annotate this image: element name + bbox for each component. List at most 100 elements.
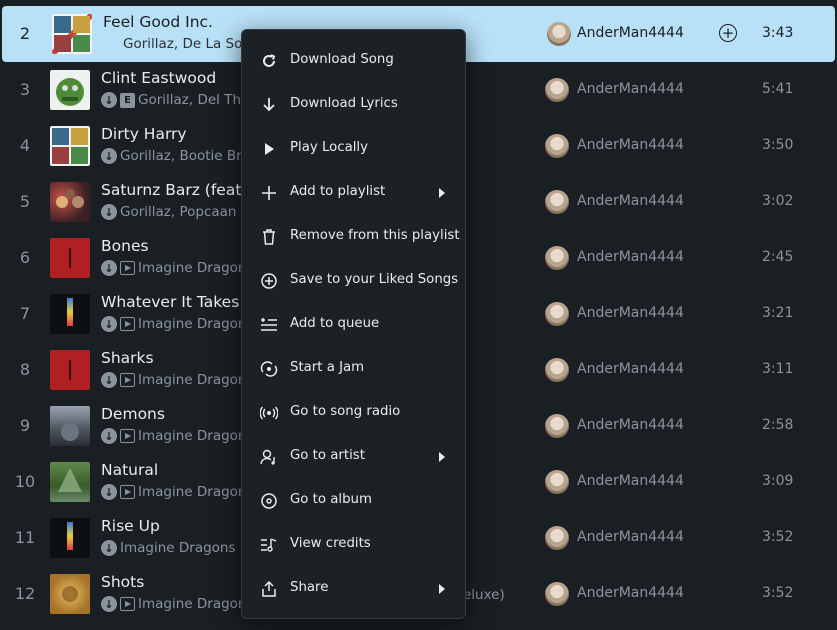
track-duration: 3:50 [762, 137, 794, 153]
track-title[interactable]: Bones [101, 237, 149, 255]
album-icon [260, 492, 278, 510]
track-artist[interactable]: Imagine Dragon [138, 596, 246, 612]
video-icon [120, 261, 135, 275]
trash-icon [260, 228, 278, 246]
menu-item-label: Go to artist [290, 448, 365, 463]
chevron-right-icon [439, 452, 445, 462]
track-artist[interactable]: Gorillaz, De La Soul [123, 36, 255, 52]
menu-item-go-to-artist[interactable]: Go to artist [242, 435, 465, 479]
added-by[interactable]: AnderMan4444 [577, 361, 684, 377]
menu-item-song-radio[interactable]: Go to song radio [242, 391, 465, 435]
album-art [50, 238, 90, 278]
track-title[interactable]: Clint Eastwood [101, 69, 216, 87]
track-duration: 5:41 [762, 81, 794, 97]
video-icon [120, 597, 135, 611]
track-duration: 3:21 [762, 305, 794, 321]
track-artist[interactable]: Imagine Dragon [138, 260, 246, 276]
menu-item-share[interactable]: Share [242, 567, 465, 611]
jam-icon [260, 360, 278, 378]
menu-item-add-to-playlist[interactable]: Add to playlist [242, 171, 465, 215]
track-subtitle: ↓ E Gorillaz, Del The [101, 92, 249, 108]
added-by[interactable]: AnderMan4444 [577, 81, 684, 97]
track-title[interactable]: Demons [101, 405, 165, 423]
chevron-right-icon [439, 188, 445, 198]
album-art [50, 406, 90, 446]
track-title[interactable]: Dirty Harry [101, 125, 187, 143]
added-by[interactable]: AnderMan4444 [577, 585, 684, 601]
track-duration: 2:45 [762, 249, 794, 265]
added-by[interactable]: AnderMan4444 [577, 137, 684, 153]
avatar [547, 22, 571, 46]
track-artist[interactable]: Imagine Dragon [138, 316, 246, 332]
track-subtitle: ↓ Imagine Dragon [101, 260, 246, 276]
added-by[interactable]: AnderMan4444 [577, 305, 684, 321]
album-art [50, 294, 90, 334]
track-number: 5 [19, 192, 31, 211]
track-title[interactable]: Rise Up [101, 517, 160, 535]
chevron-right-icon [439, 584, 445, 594]
album-art [50, 518, 90, 558]
queue-icon [260, 316, 278, 334]
track-title[interactable]: Shots [101, 573, 144, 591]
video-icon [120, 429, 135, 443]
menu-item-add-to-queue[interactable]: Add to queue [242, 303, 465, 347]
added-by[interactable]: AnderMan4444 [577, 25, 684, 41]
track-number: 9 [19, 416, 31, 435]
track-artist[interactable]: Gorillaz, Bootie Bro [120, 148, 250, 164]
track-artist[interactable]: Imagine Dragon [138, 428, 246, 444]
track-title[interactable]: Saturnz Barz (feat. P [101, 181, 261, 199]
menu-item-play-locally[interactable]: Play Locally [242, 127, 465, 171]
menu-item-save-to-liked[interactable]: Save to your Liked Songs [242, 259, 465, 303]
credits-icon [260, 536, 278, 554]
avatar [545, 302, 569, 326]
added-by[interactable]: AnderMan4444 [577, 529, 684, 545]
track-number: 8 [19, 360, 31, 379]
menu-item-label: Add to playlist [290, 184, 386, 199]
album-art [50, 350, 90, 390]
menu-item-go-to-album[interactable]: Go to album [242, 479, 465, 523]
menu-item-download-song[interactable]: Download Song [242, 39, 465, 83]
track-subtitle: ↓ Imagine Dragon [101, 428, 246, 444]
downloaded-icon: ↓ [101, 596, 117, 612]
track-album[interactable]: eluxe) [463, 587, 505, 603]
avatar [545, 526, 569, 550]
album-art [50, 462, 90, 502]
track-artist[interactable]: Gorillaz, Popcaan [120, 204, 236, 220]
menu-item-download-lyrics[interactable]: Download Lyrics [242, 83, 465, 127]
track-title[interactable]: Natural [101, 461, 158, 479]
track-title[interactable]: Sharks [101, 349, 154, 367]
arrow-down-icon [260, 96, 278, 114]
track-artist[interactable]: Imagine Dragon [138, 372, 246, 388]
track-artist[interactable]: Imagine Dragons [120, 540, 236, 556]
added-by[interactable]: AnderMan4444 [577, 249, 684, 265]
avatar [545, 78, 569, 102]
plus-icon [260, 184, 278, 202]
added-by[interactable]: AnderMan4444 [577, 193, 684, 209]
track-duration: 3:02 [762, 193, 794, 209]
album-art [50, 126, 90, 166]
track-artist[interactable]: Gorillaz, Del The [138, 92, 249, 108]
menu-item-remove-from-playlist[interactable]: Remove from this playlist [242, 215, 465, 259]
download-circle-icon [260, 52, 278, 70]
track-subtitle: ↓ Gorillaz, Bootie Bro [101, 148, 250, 164]
added-by[interactable]: AnderMan4444 [577, 473, 684, 489]
track-artist[interactable]: Imagine Dragon [138, 484, 246, 500]
downloaded-icon: ↓ [101, 148, 117, 164]
added-by[interactable]: AnderMan4444 [577, 417, 684, 433]
track-title[interactable]: Feel Good Inc. [103, 13, 213, 31]
avatar [545, 246, 569, 270]
track-number: 6 [19, 248, 31, 267]
menu-item-start-jam[interactable]: Start a Jam [242, 347, 465, 391]
menu-item-label: Download Song [290, 52, 394, 67]
downloaded-icon: ↓ [101, 316, 117, 332]
track-title[interactable]: Whatever It Takes [101, 293, 239, 311]
menu-item-label: Add to queue [290, 316, 380, 331]
album-art [50, 574, 90, 614]
track-subtitle: ↓ Imagine Dragon [101, 596, 246, 612]
track-duration: 2:58 [762, 417, 794, 433]
video-icon [120, 485, 135, 499]
add-to-liked-button[interactable]: + [719, 24, 737, 42]
album-art [50, 182, 90, 222]
explicit-badge: E [120, 92, 135, 108]
menu-item-view-credits[interactable]: View credits [242, 523, 465, 567]
